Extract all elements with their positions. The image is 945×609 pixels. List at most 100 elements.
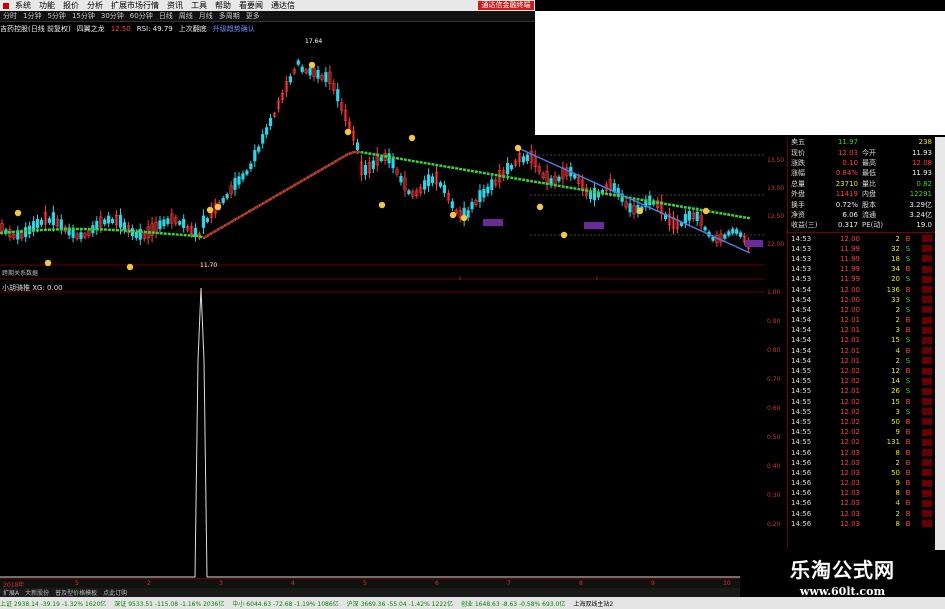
index-quote[interactable]: 沪深 3669.36 -55.04 -1.42% 1222亿 xyxy=(347,599,453,608)
candle-body xyxy=(683,213,687,224)
menu-item[interactable]: 通达信 xyxy=(267,0,299,11)
quote-value: 12.03 xyxy=(837,148,858,157)
index-quote[interactable]: 上证 2938.14 -39.19 -1.32% 1620亿 xyxy=(0,599,106,608)
side-scrollbar[interactable] xyxy=(935,137,945,557)
menu-item[interactable]: 扩展市场行情 xyxy=(107,0,163,11)
tick-marker xyxy=(922,428,932,436)
menu-item[interactable]: 分析 xyxy=(83,0,107,11)
tick-volume: 3 xyxy=(895,407,900,416)
tick-marker xyxy=(922,367,932,375)
tick-volume: 9 xyxy=(895,479,900,488)
tick-volume: 32 xyxy=(891,244,900,253)
menu-item[interactable]: 报价 xyxy=(59,0,83,11)
brand-badge[interactable]: 通达信金融终端 xyxy=(478,1,534,10)
tick-side: S xyxy=(905,387,911,396)
tick-side: B xyxy=(905,458,911,467)
tick-side: B xyxy=(905,397,911,406)
candle-body xyxy=(261,134,265,144)
signal-dot xyxy=(702,207,710,215)
tick-row: 14:54 12.01 2 B xyxy=(788,315,945,325)
signal-dot xyxy=(206,206,214,214)
tick-time: 14:56 xyxy=(791,468,812,477)
tick-price: 12.01 xyxy=(839,346,860,355)
indicator-name[interactable]: 四翼之龙 xyxy=(77,24,105,34)
kline-chart[interactable]: 17.64 11.70 跨期关系数据 1 1 xyxy=(0,35,765,280)
candle-body xyxy=(442,184,447,194)
bottom-tab[interactable]: 普及型价格模板 xyxy=(52,588,100,597)
period-toolbar: 分时 1分钟 5分钟 15分钟 30分钟 60分钟 日线 周线 月线 多周期 更多 xyxy=(0,11,535,22)
candle-body xyxy=(490,179,494,190)
menu-item[interactable]: 功能 xyxy=(35,0,59,11)
index-quote[interactable]: 上海双线主站2 xyxy=(573,599,613,608)
menu-item[interactable]: 资讯 xyxy=(163,0,187,11)
indicator-tick: 0.60 xyxy=(767,405,781,412)
quote-key: 换手 xyxy=(791,200,805,209)
period-tab[interactable]: 1分钟 xyxy=(20,11,44,21)
tick-marker xyxy=(922,296,932,304)
tick-row: 14:55 12.02 12 B xyxy=(788,366,945,376)
tick-price: 12.02 xyxy=(839,438,860,447)
tick-marker xyxy=(922,275,932,283)
candle-body xyxy=(158,220,162,230)
menu-item[interactable]: 帮助 xyxy=(211,0,235,11)
bottom-tab[interactable]: 大新股份 xyxy=(22,588,52,597)
price-tick: 13.50 xyxy=(767,157,785,164)
candle-body xyxy=(51,212,55,225)
candle-body xyxy=(59,219,63,230)
indicator-chart[interactable] xyxy=(0,280,765,580)
period-tab[interactable]: 周线 xyxy=(176,11,196,21)
menu-item[interactable]: 系统 xyxy=(11,0,35,11)
index-quote[interactable]: 创业 1648.63 -8.63 -0.58% 693.0亿 xyxy=(461,599,565,608)
period-tab[interactable]: 多周期 xyxy=(216,11,243,21)
quote-row: 收益(三) 0.317 PE(动) 19.0 xyxy=(788,220,945,230)
tick-side: B xyxy=(905,326,911,335)
tick-price: 12.00 xyxy=(839,234,860,243)
tick-marker xyxy=(922,255,932,263)
bottom-tab[interactable]: 扩展A xyxy=(0,588,22,597)
quote-value: 6.06 xyxy=(842,210,858,219)
candle-body xyxy=(107,215,111,224)
divider xyxy=(788,231,945,233)
menu-item[interactable]: 看要闻 xyxy=(235,0,267,11)
bottom-tab[interactable]: 点此订购 xyxy=(100,588,130,597)
index-quote[interactable]: 深证 9533.51 -115.08 -1.16% 2036亿 xyxy=(114,599,224,608)
quote-value: 11419 xyxy=(835,190,858,199)
price-tick: 12.50 xyxy=(767,213,785,220)
candle-body xyxy=(355,142,360,151)
quote-row: 现价 12.03 今开 11.93 xyxy=(788,147,945,157)
tick-row: 14:56 12.03 2 B xyxy=(788,458,945,468)
tick-row: 14:54 12.01 3 B xyxy=(788,325,945,335)
tick-row: 14:55 12.02 9 B xyxy=(788,427,945,437)
candles-group xyxy=(0,58,751,253)
tick-price: 12.03 xyxy=(839,458,860,467)
period-tab[interactable]: 分时 xyxy=(0,11,20,21)
candle-body xyxy=(241,173,245,180)
period-tab[interactable]: 日线 xyxy=(156,11,176,21)
tick-side: B xyxy=(905,367,911,376)
candle-body xyxy=(363,165,368,175)
quote-key-2: 流通 xyxy=(862,210,876,219)
period-tab[interactable]: 更多 xyxy=(243,11,263,21)
menu-item[interactable]: 工具 xyxy=(187,0,211,11)
tick-volume: 18 xyxy=(891,254,900,263)
tick-marker xyxy=(922,499,932,507)
period-tab[interactable]: 30分钟 xyxy=(98,11,127,21)
candle-body xyxy=(505,162,510,175)
tick-volume: 2 xyxy=(895,356,900,365)
period-tab[interactable]: 5分钟 xyxy=(44,11,68,21)
tick-row: 14:54 12.00 33 S xyxy=(788,295,945,305)
period-tab[interactable]: 月线 xyxy=(196,11,216,21)
candle-body xyxy=(711,236,715,241)
period-tab[interactable]: 60分钟 xyxy=(127,11,156,21)
tick-marker xyxy=(922,479,932,487)
quote-value-2: 12291 xyxy=(909,190,932,199)
period-tab[interactable]: 15分钟 xyxy=(69,11,98,21)
index-quote[interactable]: 中小 6044.63 -72.68 -1.19% 1086亿 xyxy=(232,599,338,608)
candle-body xyxy=(324,72,328,82)
indicator-tick: 0.30 xyxy=(767,492,781,499)
tick-side: B xyxy=(905,265,911,274)
tick-time: 14:56 xyxy=(791,489,812,498)
quote-row: 总量 23710 量比 0.82 xyxy=(788,179,945,189)
tick-list[interactable]: 14:53 12.00 2 B 14:53 11.99 32 S 14:53 11.99 18 S 14… xyxy=(788,234,945,529)
candle-body xyxy=(245,170,249,175)
